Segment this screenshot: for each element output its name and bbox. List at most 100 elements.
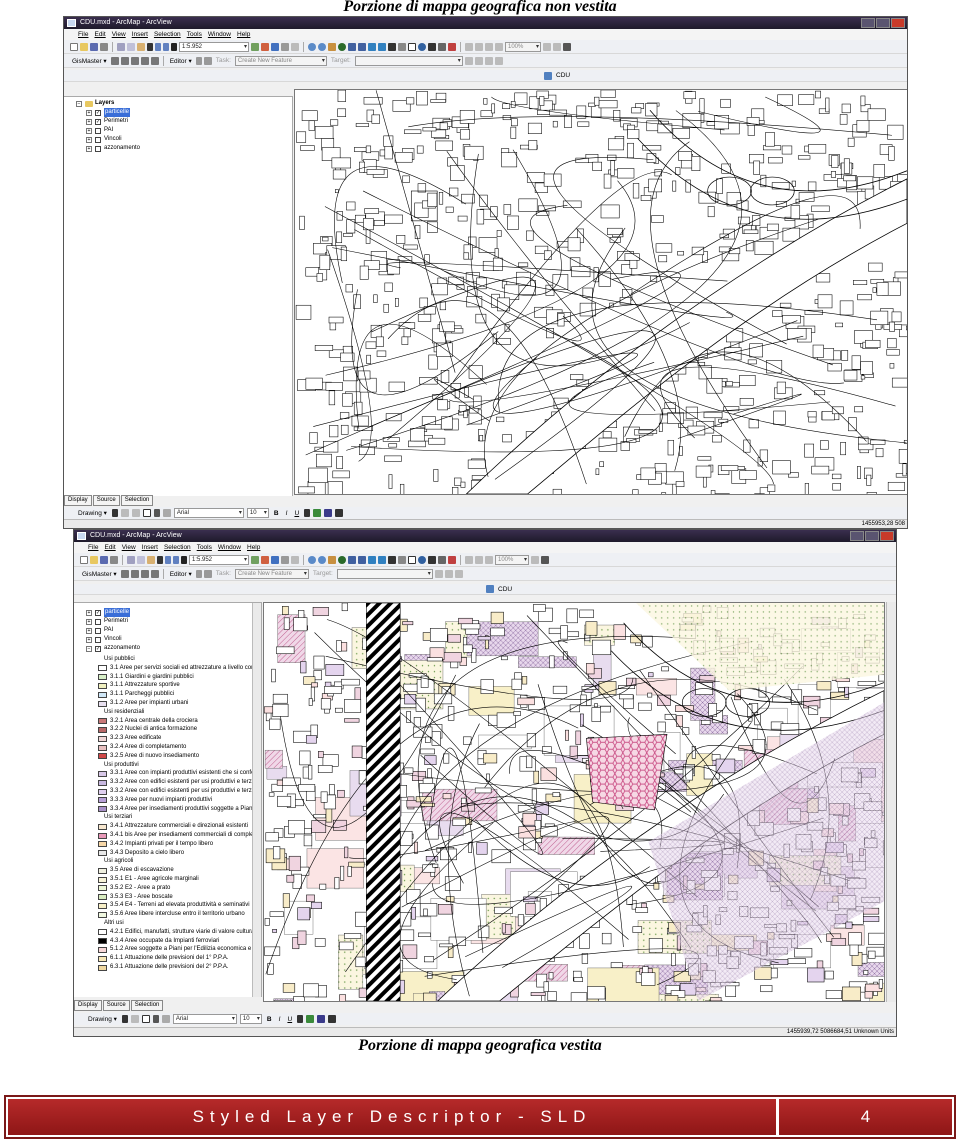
table-icon[interactable]	[140, 56, 149, 65]
paste-icon[interactable]	[147, 555, 155, 564]
grid-icon[interactable]	[130, 569, 139, 578]
bold-button[interactable]: B	[265, 1016, 274, 1023]
back-icon[interactable]	[368, 555, 376, 564]
line-color-icon[interactable]	[324, 509, 333, 517]
delete-icon[interactable]	[147, 42, 153, 51]
legend-swatch[interactable]	[98, 691, 107, 698]
close-button[interactable]	[880, 531, 894, 541]
map-canvas[interactable]	[295, 90, 907, 494]
menu-insert[interactable]: Insert	[132, 29, 148, 40]
hyperlink-icon[interactable]	[448, 555, 456, 564]
minimize-button[interactable]	[861, 18, 875, 28]
legend-swatch[interactable]	[98, 674, 107, 681]
legend-item[interactable]: 3.5.3 E3 - Aree boscate	[98, 893, 173, 902]
legend-swatch[interactable]	[98, 823, 107, 830]
sketch-tool-icon[interactable]	[203, 56, 212, 65]
legend-swatch[interactable]	[98, 770, 107, 777]
legend-item[interactable]: 3.1.2 Aree per impianti urbani	[98, 699, 188, 708]
checkbox-checked-icon[interactable]: ✓	[95, 645, 101, 652]
legend-swatch[interactable]	[98, 832, 107, 839]
fixed-zoom-out-icon[interactable]	[358, 42, 366, 51]
toc-scrollbar[interactable]	[252, 603, 261, 997]
task-combo[interactable]: Create New Feature	[234, 568, 309, 579]
italic-button[interactable]: I	[277, 1016, 283, 1023]
select-features-icon[interactable]	[388, 42, 396, 51]
legend-swatch[interactable]	[98, 744, 107, 751]
full-extent-icon[interactable]	[338, 42, 346, 51]
menu-selection[interactable]: Selection	[164, 542, 191, 553]
scale-combo[interactable]: 1:5.952	[179, 41, 249, 52]
zoom-out-icon[interactable]	[318, 555, 326, 564]
catalog-icon[interactable]	[271, 555, 279, 564]
forward-icon[interactable]	[378, 555, 386, 564]
legend-swatch[interactable]	[98, 946, 107, 953]
menu-help[interactable]: Help	[237, 29, 250, 40]
minimize-button[interactable]	[850, 531, 864, 541]
tool-icon[interactable]	[140, 569, 149, 578]
toc-layer-particelle[interactable]: + ✓ particelle	[86, 608, 131, 617]
find-icon[interactable]	[428, 42, 436, 51]
marker-color-icon[interactable]	[328, 1015, 337, 1023]
maximize-button[interactable]	[865, 531, 879, 541]
print-icon[interactable]	[100, 42, 108, 51]
edit-vertices-icon[interactable]	[162, 509, 171, 517]
binoculars-icon[interactable]	[110, 56, 119, 65]
new-document-icon[interactable]	[70, 42, 78, 51]
map-canvas[interactable]	[264, 603, 884, 1001]
legend-swatch[interactable]	[98, 718, 107, 725]
back-icon[interactable]	[368, 42, 376, 51]
focus-frame-icon[interactable]	[553, 42, 561, 51]
drawing-menu[interactable]: Drawing ▾	[86, 1015, 119, 1023]
legend-swatch[interactable]	[98, 682, 107, 689]
legend-swatch[interactable]	[98, 779, 107, 786]
print-icon[interactable]	[110, 555, 118, 564]
checkbox-icon[interactable]	[95, 636, 101, 643]
redo-icon[interactable]	[173, 555, 179, 564]
toc-layer-pai[interactable]: + PAI	[86, 626, 113, 635]
layout-zoom-in-icon[interactable]	[465, 555, 473, 564]
open-folder-icon[interactable]	[90, 555, 98, 564]
legend-item[interactable]: 3.1.1 Parcheggi pubblici	[98, 690, 174, 699]
sketch-tool-icon[interactable]	[203, 569, 212, 578]
help-icon[interactable]	[291, 42, 299, 51]
line-color-icon[interactable]	[317, 1015, 326, 1023]
maximize-button[interactable]	[876, 18, 890, 28]
select-arrow-icon[interactable]	[111, 509, 118, 517]
zoom-in-icon[interactable]	[308, 42, 316, 51]
cdu-tool-label[interactable]: CDU	[496, 586, 514, 593]
legend-swatch[interactable]	[98, 929, 107, 936]
scale-combo[interactable]: 1:5.952	[189, 554, 249, 565]
menu-view[interactable]: View	[122, 542, 136, 553]
legend-item[interactable]: 4.2.1 Edifici, manufatti, strutture viar…	[98, 928, 261, 937]
underline-button[interactable]: U	[292, 510, 301, 517]
drawing-menu[interactable]: Drawing ▾	[76, 509, 109, 517]
editor-menu[interactable]: Editor ▾	[168, 57, 194, 65]
legend-item[interactable]: 5.1.2 Aree soggette a Piani per l'Ediliz…	[98, 945, 261, 954]
pan-icon[interactable]	[328, 42, 336, 51]
legend-swatch[interactable]	[98, 753, 107, 760]
gismaster-menu[interactable]: GisMaster ▾	[80, 570, 119, 578]
toc-layer-perimetri[interactable]: + ✓ Perimetri	[86, 117, 128, 126]
menu-tools[interactable]: Tools	[187, 29, 202, 40]
menu-insert[interactable]: Insert	[142, 542, 158, 553]
legend-item[interactable]: 3.2.1 Area centrale della crociera	[98, 717, 198, 726]
toc-layer-azzonamento[interactable]: + azzonamento	[86, 144, 140, 153]
underline-button[interactable]: U	[285, 1016, 294, 1023]
legend-item[interactable]: 3.3.2 Aree con edifici esistenti per usi…	[98, 778, 260, 787]
layout-pan-icon[interactable]	[485, 555, 493, 564]
menu-selection[interactable]: Selection	[154, 29, 181, 40]
checkbox-checked-icon[interactable]: ✓	[95, 609, 101, 616]
tool-icon[interactable]	[130, 56, 139, 65]
command-line-icon[interactable]	[281, 42, 289, 51]
zoom-combo[interactable]: 100%	[495, 554, 529, 565]
fixed-zoom-out-icon[interactable]	[358, 555, 366, 564]
menu-edit[interactable]: Edit	[104, 542, 115, 553]
layout-zoom-out-icon[interactable]	[475, 555, 483, 564]
select-arrow-icon[interactable]	[121, 1015, 128, 1023]
legend-item[interactable]: 3.2.5 Aree di nuovo insediamento	[98, 752, 199, 761]
legend-swatch[interactable]	[98, 726, 107, 733]
editor-toolbar-icon[interactable]	[251, 42, 259, 51]
target-combo[interactable]	[336, 568, 433, 579]
legend-item[interactable]: 3.4.3 Deposito a cielo libero	[98, 849, 184, 858]
legend-swatch[interactable]	[98, 841, 107, 848]
